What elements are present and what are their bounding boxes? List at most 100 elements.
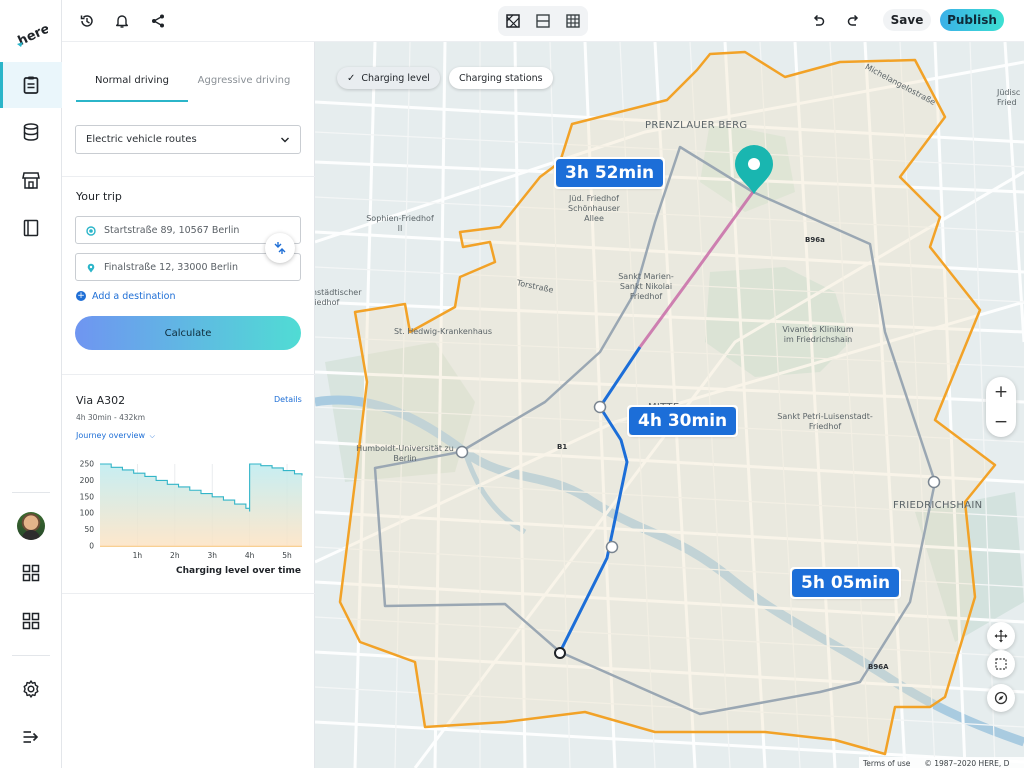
x-tick-label: 2h xyxy=(170,551,180,560)
clipboard-icon xyxy=(23,76,39,94)
chevron-down-icon: ⌵ xyxy=(149,432,155,440)
driving-mode-tabs: Normal driving Aggressive driving xyxy=(76,58,300,102)
layers-button[interactable] xyxy=(987,684,1015,712)
tab-normal-driving[interactable]: Normal driving xyxy=(76,58,188,102)
route-time-label[interactable]: 3h 52min xyxy=(553,157,666,189)
chevron-down-icon xyxy=(281,137,289,143)
check-icon: ✓ xyxy=(347,72,356,84)
place-label: Sankt Petri-Luisenstadt-Friedhof xyxy=(777,412,873,431)
database-icon xyxy=(23,123,39,141)
x-tick-label: 5h xyxy=(282,551,292,560)
collapse-icon xyxy=(23,731,39,743)
charging-level-chart: 0 50 100 150 200 250 1h 2h 3h 4h 5h xyxy=(80,460,303,560)
y-tick-label: 150 xyxy=(80,492,95,501)
origin-icon xyxy=(86,226,96,236)
journey-overview-label: Journey overview xyxy=(76,431,146,440)
place-label: Humboldt-Universität zu Berlin xyxy=(356,444,454,463)
place-label: enstädtischer Friedhof xyxy=(315,288,362,307)
share-button[interactable] xyxy=(148,11,168,31)
rail-divider xyxy=(12,492,50,493)
rail-item-data[interactable] xyxy=(11,112,51,152)
place-label: Sankt Marien-Sankt Nikolai Friedhof xyxy=(618,272,674,301)
store-icon xyxy=(22,172,40,189)
x-tick-label: 3h xyxy=(207,551,217,560)
rail-collapse-button[interactable] xyxy=(11,717,51,757)
y-tick-label: 0 xyxy=(89,542,94,551)
plus-icon: + xyxy=(76,291,86,301)
pan-button[interactable] xyxy=(987,622,1015,650)
place-label: Jüd. Friedhof Schönhauser Allee xyxy=(568,194,620,223)
rail-divider xyxy=(12,655,50,656)
view-mode-switch xyxy=(498,6,588,36)
road-label: B1 xyxy=(557,443,568,451)
redo-button[interactable] xyxy=(844,11,864,31)
navigation-rail: here xyxy=(0,0,62,768)
bell-icon xyxy=(116,15,128,28)
rail-item-apps[interactable] xyxy=(11,553,51,593)
y-tick-label: 50 xyxy=(84,525,94,534)
grid-icon xyxy=(22,564,40,582)
add-destination-link[interactable]: + Add a destination xyxy=(76,289,175,303)
section-divider xyxy=(62,593,315,594)
gear-icon xyxy=(23,680,39,698)
journey-overview-toggle[interactable]: Journey overview ⌵ xyxy=(76,431,155,441)
place-label: Vivantes Klinikum im Friedrichshain xyxy=(782,325,854,344)
terms-of-use-link[interactable]: Terms of use xyxy=(863,759,910,768)
details-link[interactable]: Details xyxy=(274,395,302,404)
zoom-controls: + − xyxy=(986,377,1016,437)
route-time-label[interactable]: 5h 05min xyxy=(789,567,902,599)
notifications-button[interactable] xyxy=(112,11,132,31)
rail-item-trips[interactable] xyxy=(11,65,51,105)
share-icon xyxy=(152,14,164,28)
history-icon xyxy=(80,15,93,27)
charging-stations-label: Charging stations xyxy=(459,72,543,84)
save-button[interactable]: Save xyxy=(883,9,931,31)
map-view-icon[interactable] xyxy=(504,12,522,30)
history-button[interactable] xyxy=(77,11,97,31)
route-time-label[interactable]: 4h 30min xyxy=(626,405,739,437)
publish-button[interactable]: Publish xyxy=(940,9,1004,31)
grid-icon xyxy=(22,612,40,630)
rail-item-projects[interactable] xyxy=(11,601,51,641)
map-canvas[interactable]: PRENZLAUER BERG MITTE FRIEDRICHSHAIN Jüd… xyxy=(315,42,1024,768)
origin-value: Startstraße 89, 10567 Berlin xyxy=(104,224,240,236)
redo-icon xyxy=(847,14,859,26)
district-label: FRIEDRICHSHAIN xyxy=(893,500,983,511)
rail-item-marketplace[interactable] xyxy=(11,160,51,200)
split-view-icon[interactable] xyxy=(534,12,552,30)
y-tick-label: 100 xyxy=(80,509,95,518)
x-tick-label: 4h xyxy=(245,551,255,560)
destination-field[interactable]: Finalstraße 12, 33000 Berlin xyxy=(75,253,301,281)
place-label: St. Hedwig-Krankenhaus xyxy=(393,327,493,336)
move-icon xyxy=(994,629,1008,643)
zoom-in-button[interactable]: + xyxy=(986,377,1016,407)
active-tab-indicator xyxy=(76,100,188,102)
route-type-select[interactable]: Electric vehicle routes xyxy=(75,125,301,154)
undo-button[interactable] xyxy=(808,11,828,31)
section-divider xyxy=(62,176,315,177)
chart-area-fill xyxy=(100,464,302,546)
charging-level-toggle[interactable]: ✓ Charging level xyxy=(337,67,440,89)
y-tick-label: 200 xyxy=(80,476,95,485)
place-label: Sophien-Friedhof II xyxy=(366,214,434,233)
calculate-button[interactable]: Calculate xyxy=(75,316,301,350)
district-label: PRENZLAUER BERG xyxy=(645,120,748,131)
route-summary-title: Via A302 xyxy=(76,394,126,407)
zoom-out-button[interactable]: − xyxy=(986,407,1016,437)
place-label: Jüdisc Fried xyxy=(997,88,1021,107)
table-view-icon[interactable] xyxy=(564,12,582,30)
top-toolbar: Save Publish xyxy=(62,0,1024,42)
fit-bounds-button[interactable] xyxy=(987,650,1015,678)
swap-icon xyxy=(274,242,286,254)
section-divider xyxy=(62,374,315,375)
avatar[interactable] xyxy=(17,512,45,540)
road-label: B96A xyxy=(868,663,889,671)
book-icon xyxy=(23,219,39,237)
tab-aggressive-driving[interactable]: Aggressive driving xyxy=(188,58,300,102)
rail-item-docs[interactable] xyxy=(11,208,51,248)
rail-item-settings[interactable] xyxy=(11,669,51,709)
here-logo[interactable]: here xyxy=(14,20,48,50)
chart-title: Charging level over time xyxy=(175,566,301,576)
swap-route-button[interactable] xyxy=(265,233,295,263)
charging-stations-toggle[interactable]: Charging stations xyxy=(449,67,553,89)
